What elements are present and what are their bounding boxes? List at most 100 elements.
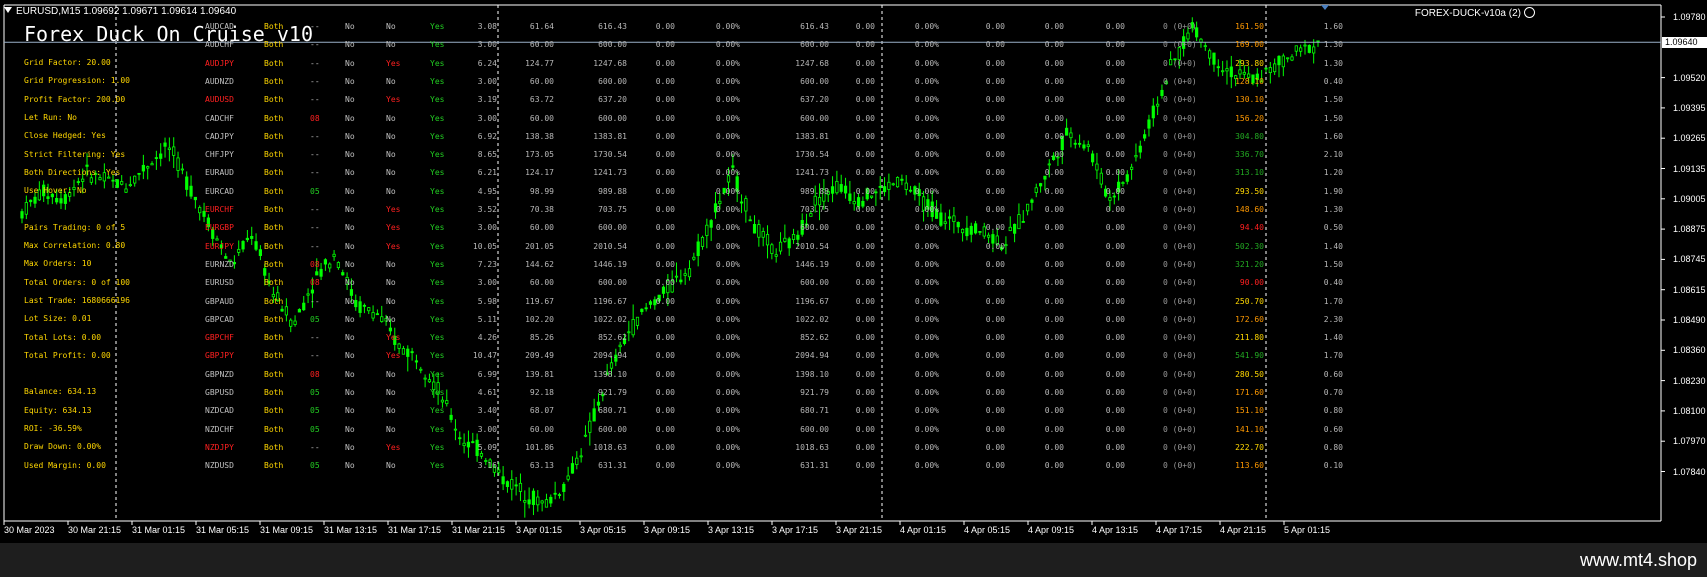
candle-body [189,185,193,197]
table-cell-c6: Yes [430,296,445,306]
candle-body [193,196,197,201]
price-tick-label: 1.09395 [1673,102,1706,113]
table-cell-pct: 128.10 [1235,76,1264,86]
candle-body [1208,50,1212,59]
table-cell-c6: Yes [430,76,445,86]
table-cell-ord: 0 (0+0) [1163,113,1197,123]
candle-body [778,241,783,252]
table-cell-pct: 141.10 [1235,424,1264,434]
candle-body [1212,52,1216,65]
candle-body [1303,44,1307,47]
table-cell-both: Both [264,113,284,123]
candle-body [878,186,882,188]
candle-body [718,200,722,205]
smiley-icon[interactable] [1524,7,1535,18]
table-cell-n3: 1022.02 [593,314,627,324]
table-cell-n8: 0.00% [914,259,939,269]
table-cell-ratio: 0.10 [1323,461,1343,471]
table-cell-n2: 209.49 [525,351,554,361]
candle-body [59,198,63,204]
table-cell-n8: 0.00% [914,223,939,233]
table-cell-ord: 0 (0+0) [1163,296,1197,306]
table-cell-c4: No [345,150,355,160]
table-cell-n5: 0.00% [715,168,740,178]
table-cell-n6: 600.00 [800,424,829,434]
table-cell-c4: No [345,168,355,178]
table-cell-n3: 989.88 [598,186,627,196]
table-cell-n5: 0.00% [715,223,740,233]
table-cell-n7: 0.00 [855,296,875,306]
candle-body [1147,119,1151,129]
candle-body [497,469,501,473]
table-cell-n8: 0.00% [914,113,939,123]
table-cell-n4: 0.00 [655,406,675,416]
candle-body [1025,203,1030,212]
table-cell-n6: 1383.81 [795,131,829,141]
table-cell-n6: 616.43 [800,22,829,31]
table-cell-c4: No [345,223,355,233]
time-tick-label: 31 Mar 01:15 [132,525,186,535]
table-cell-c3: -- [310,95,320,105]
table-cell-n10: 0.00 [1044,113,1064,123]
table-cell-n9: 0.00 [985,22,1005,31]
table-cell-n7: 0.00 [855,314,875,324]
table-cell-n8: 0.00% [914,150,939,160]
price-chart[interactable]: EURUSD,M15 1.09692 1.09671 1.09614 1.096… [0,0,1707,543]
table-cell-n1: 10.47 [472,351,497,361]
table-cell-n4: 0.00 [655,40,675,50]
table-cell-n11: 0.00 [1105,205,1125,214]
table-cell-n5: 0.00% [715,278,740,288]
table-cell-c5: No [386,186,396,196]
table-cell-both: Both [264,168,284,178]
table-cell-c5: Yes [386,442,401,452]
time-tick-label: 4 Apr 01:15 [900,525,947,535]
candle-body [1121,182,1125,184]
candle-body [1034,187,1038,193]
time-tick-label: 31 Mar 21:15 [452,525,506,535]
time-tick-label: 30 Mar 2023 [4,525,55,535]
ea-label[interactable]: FOREX-DUCK-v10a (2) [1415,7,1535,19]
candle-body [705,224,709,236]
candle-body [978,231,982,233]
table-cell-sym: EURGBP [205,223,234,233]
table-cell-c6: Yes [430,186,445,196]
table-cell-n10: 0.00 [1044,278,1064,288]
table-cell-n7: 0.00 [855,259,875,269]
table-cell-n6: 852.62 [800,333,829,343]
table-cell-n6: 2010.54 [795,241,829,251]
candle-body [427,379,432,383]
table-cell-n11: 0.00 [1105,278,1125,288]
table-cell-both: Both [264,58,284,68]
candle-body [332,253,336,258]
candle-body [154,157,158,159]
table-cell-n2: 60.00 [529,76,554,86]
table-cell-n3: 600.00 [598,76,627,86]
table-cell-both: Both [264,333,284,343]
candle-body [510,479,514,490]
table-cell-n1: 5.11 [477,314,497,324]
setting-line: Grid Progression: 1.00 [24,76,130,86]
table-cell-ratio: 1.20 [1323,168,1343,178]
table-cell-n5: 0.00% [715,22,740,31]
table-cell-n11: 0.00 [1105,131,1125,141]
symbol-bar[interactable]: EURUSD,M15 1.09692 1.09671 1.09614 1.096… [4,6,236,17]
candle-body [1307,44,1311,53]
table-cell-c6: Yes [430,150,445,160]
table-cell-c3: 05 [310,388,320,397]
table-cell-n1: 3.00 [477,113,497,123]
table-cell-pct: 161.50 [1235,22,1264,31]
table-cell-both: Both [264,442,284,452]
table-cell-n2: 124.77 [525,58,554,68]
candle-body [1021,221,1025,223]
table-cell-n9: 0.00 [985,388,1005,397]
candle-body [55,197,59,203]
table-cell-n1: 4.61 [477,388,497,397]
candle-body [1281,55,1285,68]
table-cell-n8: 0.00% [914,333,939,343]
menu-triangle-icon[interactable] [4,7,12,13]
table-cell-n11: 0.00 [1105,333,1125,343]
table-cell-n11: 0.00 [1105,241,1125,251]
table-cell-n7: 0.00 [855,333,875,343]
table-cell-pct: 280.50 [1235,369,1264,379]
candle-body [796,234,800,240]
